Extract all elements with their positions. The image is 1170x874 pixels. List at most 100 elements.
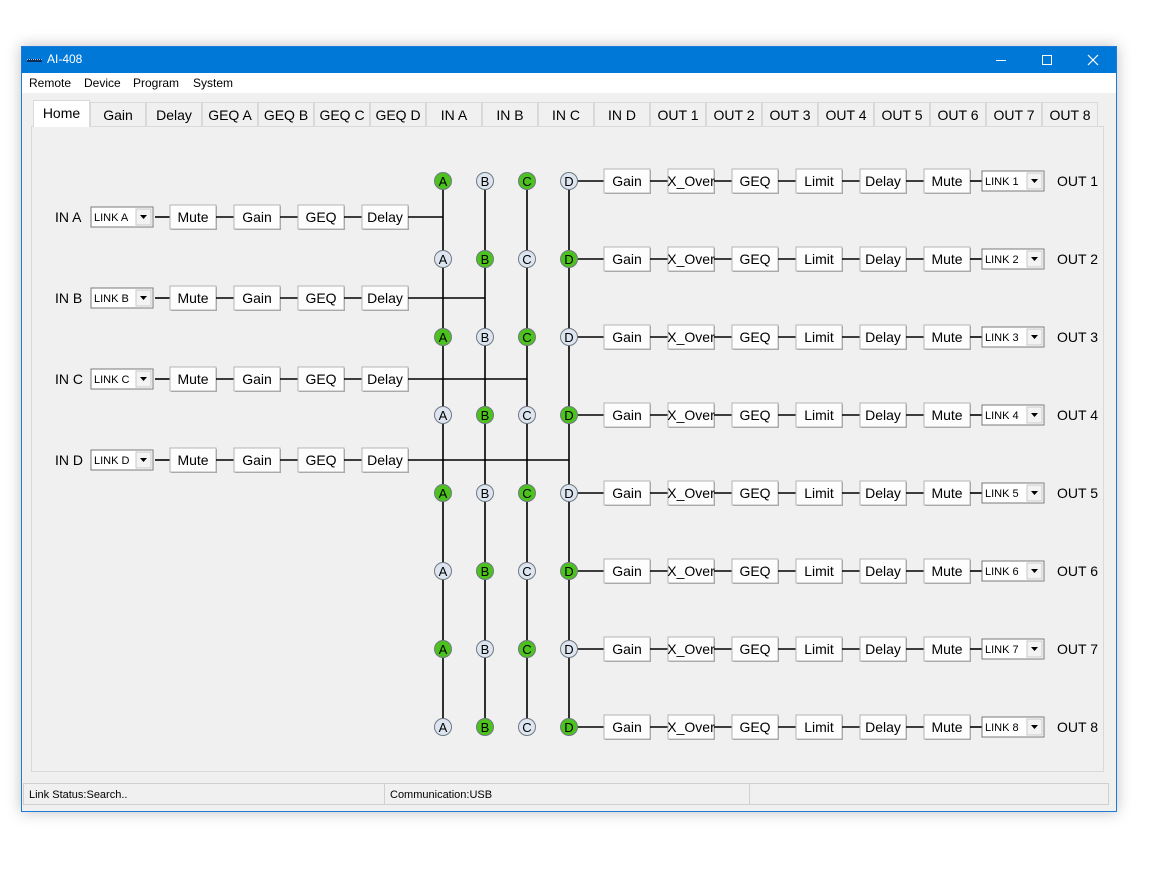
matrix-node-letter: B: [481, 642, 490, 657]
output-out-3-mute-button-label: Mute: [931, 329, 962, 345]
output-out-8-mute-button-label: Mute: [931, 719, 962, 735]
output-out-6-limit-button-label: Limit: [804, 563, 834, 579]
input-label-in-d: IN D: [55, 452, 83, 468]
matrix-node-letter: A: [439, 174, 448, 189]
output-link-select-out-4-value: LINK 4: [985, 410, 1019, 422]
output-out-5-geq-button-label: GEQ: [739, 485, 770, 501]
output-out-6-geq-button-label: GEQ: [739, 563, 770, 579]
output-out-7-x-over-button-label: X_Over: [667, 641, 715, 657]
input-link-select-in-a-value: LINK A: [94, 212, 129, 224]
tab-home[interactable]: Home: [33, 100, 90, 127]
output-out-5-gain-button-label: Gain: [612, 485, 642, 501]
input-in-c-mute-button-label: Mute: [177, 371, 208, 387]
input-in-b-geq-button-label: GEQ: [305, 290, 336, 306]
output-out-1-limit-button-label: Limit: [804, 173, 834, 189]
output-out-4-delay-button-label: Delay: [865, 407, 901, 423]
matrix-node-letter: C: [522, 642, 531, 657]
output-label-out-5: OUT 5: [1057, 485, 1098, 501]
matrix-node-letter: B: [481, 408, 490, 423]
output-out-8-limit-button-label: Limit: [804, 719, 834, 735]
input-in-c-geq-button-label: GEQ: [305, 371, 336, 387]
input-label-in-a: IN A: [55, 209, 82, 225]
input-in-c-delay-button-label: Delay: [367, 371, 403, 387]
matrix-node-letter: D: [564, 174, 573, 189]
matrix-node-letter: D: [564, 720, 573, 735]
output-out-6-gain-button-label: Gain: [612, 563, 642, 579]
output-out-1-delay-button-label: Delay: [865, 173, 901, 189]
output-label-out-2: OUT 2: [1057, 251, 1098, 267]
output-out-2-delay-button-label: Delay: [865, 251, 901, 267]
link-status: Link Status:Search..: [23, 783, 385, 805]
output-link-select-out-5-value: LINK 5: [985, 488, 1019, 500]
input-in-a-mute-button-label: Mute: [177, 209, 208, 225]
output-label-out-6: OUT 6: [1057, 563, 1098, 579]
output-out-6-delay-button-label: Delay: [865, 563, 901, 579]
status-extra: [749, 783, 1109, 805]
output-out-4-limit-button-label: Limit: [804, 407, 834, 423]
matrix-node-letter: B: [481, 564, 490, 579]
matrix-node-letter: C: [522, 330, 531, 345]
matrix-node-letter: D: [564, 408, 573, 423]
output-link-select-out-6-value: LINK 6: [985, 566, 1019, 578]
input-in-d-delay-button-label: Delay: [367, 452, 403, 468]
matrix-node-letter: C: [522, 486, 531, 501]
matrix-node-letter: B: [481, 330, 490, 345]
input-in-d-mute-button-label: Mute: [177, 452, 208, 468]
matrix-node-letter: C: [522, 720, 531, 735]
output-out-5-x-over-button-label: X_Over: [667, 485, 715, 501]
matrix-node-letter: C: [522, 252, 531, 267]
input-label-in-b: IN B: [55, 290, 82, 306]
input-in-d-gain-button-label: Gain: [242, 452, 272, 468]
output-out-4-mute-button-label: Mute: [931, 407, 962, 423]
output-out-3-gain-button-label: Gain: [612, 329, 642, 345]
output-label-out-3: OUT 3: [1057, 329, 1098, 345]
output-out-8-delay-button-label: Delay: [865, 719, 901, 735]
matrix-node-letter: C: [522, 564, 531, 579]
matrix-node-letter: A: [439, 642, 448, 657]
output-out-8-x-over-button-label: X_Over: [667, 719, 715, 735]
matrix-node-letter: D: [564, 486, 573, 501]
matrix-node-letter: A: [439, 564, 448, 579]
matrix-node-letter: A: [439, 252, 448, 267]
output-out-7-limit-button-label: Limit: [804, 641, 834, 657]
output-out-3-delay-button-label: Delay: [865, 329, 901, 345]
matrix-node-letter: D: [564, 330, 573, 345]
matrix-node-letter: B: [481, 252, 490, 267]
output-out-2-limit-button-label: Limit: [804, 251, 834, 267]
input-label-in-c: IN C: [55, 371, 83, 387]
matrix-node-letter: D: [564, 642, 573, 657]
matrix-node-letter: C: [522, 174, 531, 189]
input-in-b-mute-button-label: Mute: [177, 290, 208, 306]
communication-status: Communication:USB: [384, 783, 750, 805]
input-link-select-in-d-value: LINK D: [94, 455, 130, 467]
matrix-node-letter: B: [481, 720, 490, 735]
matrix-node-letter: A: [439, 330, 448, 345]
output-out-3-geq-button-label: GEQ: [739, 329, 770, 345]
matrix-node-letter: D: [564, 564, 573, 579]
output-out-7-delay-button-label: Delay: [865, 641, 901, 657]
input-link-select-in-c-value: LINK C: [94, 374, 130, 386]
output-label-out-8: OUT 8: [1057, 719, 1098, 735]
output-out-1-mute-button-label: Mute: [931, 173, 962, 189]
output-out-3-x-over-button-label: X_Over: [667, 329, 715, 345]
matrix-node-letter: A: [439, 486, 448, 501]
output-out-2-mute-button-label: Mute: [931, 251, 962, 267]
output-out-6-x-over-button-label: X_Over: [667, 563, 715, 579]
output-link-select-out-8-value: LINK 8: [985, 722, 1019, 734]
output-out-4-gain-button-label: Gain: [612, 407, 642, 423]
output-out-4-geq-button-label: GEQ: [739, 407, 770, 423]
matrix-node-letter: A: [439, 720, 448, 735]
output-out-7-gain-button-label: Gain: [612, 641, 642, 657]
output-out-1-x-over-button-label: X_Over: [667, 173, 715, 189]
matrix-node-letter: C: [522, 408, 531, 423]
input-in-c-gain-button-label: Gain: [242, 371, 272, 387]
output-out-7-geq-button-label: GEQ: [739, 641, 770, 657]
output-label-out-4: OUT 4: [1057, 407, 1098, 423]
routing-diagram: IN A LINK A Mute Gain GEQ Delay IN B LINK B Mute…: [55, 168, 1098, 740]
output-label-out-7: OUT 7: [1057, 641, 1098, 657]
output-out-8-geq-button-label: GEQ: [739, 719, 770, 735]
matrix-node-letter: B: [481, 486, 490, 501]
output-out-6-mute-button-label: Mute: [931, 563, 962, 579]
output-link-select-out-7-value: LINK 7: [985, 644, 1019, 656]
input-in-a-delay-button-label: Delay: [367, 209, 403, 225]
